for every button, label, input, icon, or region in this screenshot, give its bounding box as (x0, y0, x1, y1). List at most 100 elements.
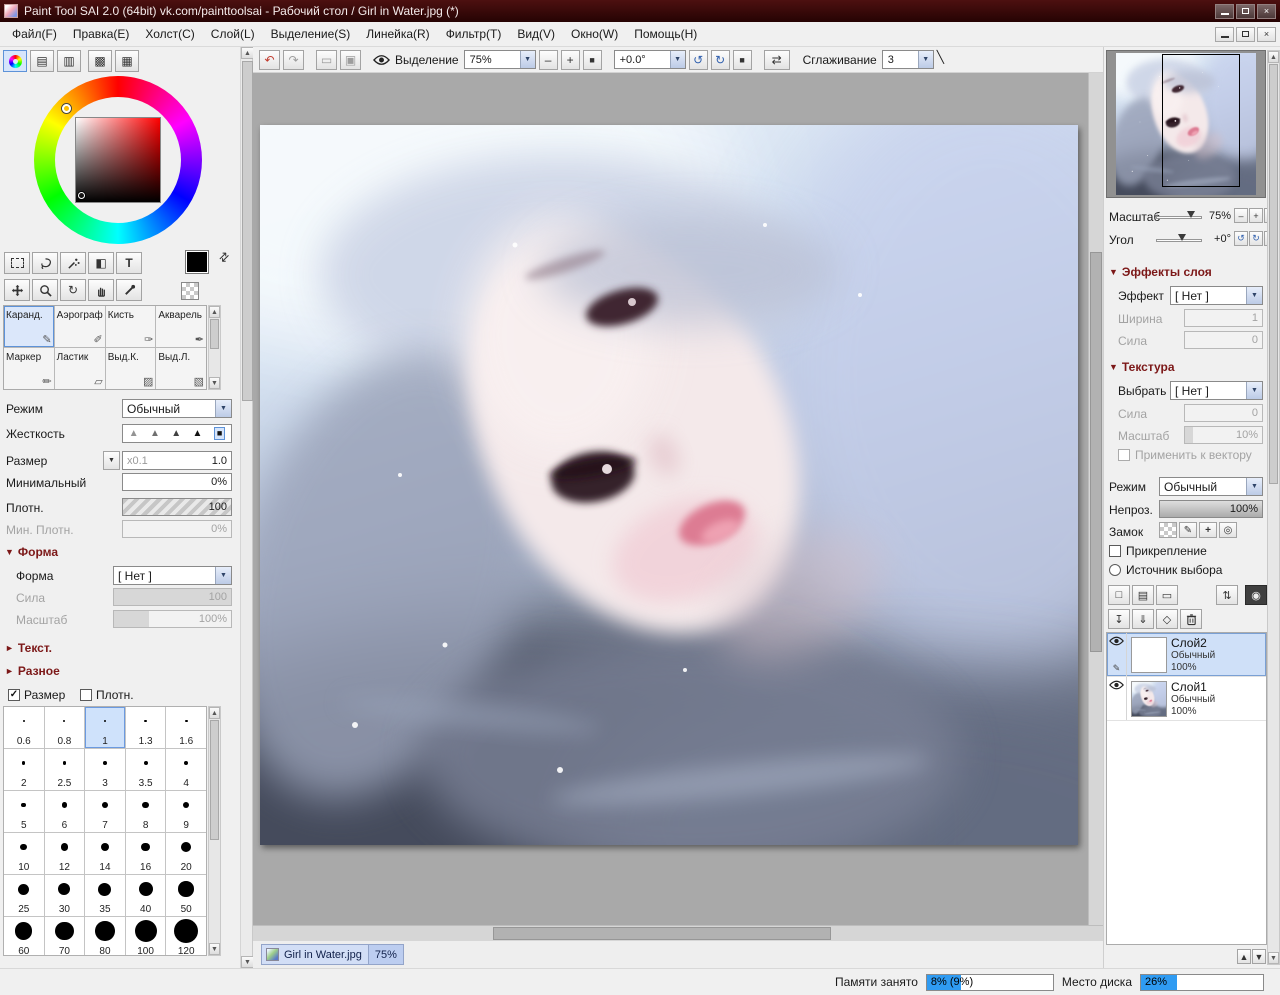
hardness-soft-icon[interactable]: ▲ (129, 429, 139, 439)
scroll-down-icon[interactable]: ▼ (1268, 952, 1279, 964)
smoothing-combobox[interactable]: 3▼ (882, 50, 934, 69)
link-size-checkbox[interactable]: ✓ (8, 689, 20, 701)
scroll-up-icon[interactable]: ▲ (209, 707, 220, 719)
text-tool[interactable]: T (116, 252, 142, 274)
zoom-combobox[interactable]: 75%▼ (464, 50, 536, 69)
size-preset[interactable]: 4 (166, 749, 206, 790)
menu-file[interactable]: Файл(F) (4, 24, 65, 44)
rect-select-tool[interactable] (4, 252, 30, 274)
zoom-reset-button[interactable]: ■ (583, 50, 602, 70)
menu-canvas[interactable]: Холст(C) (137, 24, 202, 44)
minimize-button[interactable] (1215, 4, 1234, 19)
flip-horizontal-button[interactable]: ⇄ (764, 50, 790, 70)
effect-select[interactable]: [ Нет ]▼ (1170, 286, 1263, 305)
angle-reset-button[interactable]: ■ (733, 50, 752, 70)
hardness-hardest-icon[interactable]: ■ (214, 427, 225, 440)
menu-view[interactable]: Вид(V) (509, 24, 563, 44)
palette-tab-button[interactable]: ▦ (115, 50, 139, 72)
layer-visibility-icon[interactable] (1109, 636, 1124, 646)
size-preset[interactable]: 0.6 (4, 707, 44, 748)
primary-color-swatch[interactable] (185, 250, 209, 274)
transfer-down-button[interactable]: ↧ (1108, 609, 1130, 629)
apply-to-vector-checkbox[interactable]: ✓ (1118, 449, 1130, 461)
zoom-tool[interactable] (32, 279, 58, 301)
hardness-hard-icon[interactable]: ▲ (193, 429, 203, 439)
navigator[interactable] (1106, 50, 1266, 198)
clear-layer-button[interactable]: ◇ (1156, 609, 1178, 629)
undo-button[interactable]: ↶ (259, 50, 280, 70)
brush-mode-select[interactable]: Обычный▼ (122, 399, 232, 418)
size-preset[interactable]: 8 (126, 791, 166, 832)
size-preset[interactable]: 60 (4, 917, 44, 956)
menu-ruler[interactable]: Линейка(R) (358, 24, 437, 44)
hue-marker[interactable] (62, 104, 71, 113)
canvas-vertical-scrollbar[interactable] (1088, 73, 1103, 925)
layer-mode-select[interactable]: Обычный▼ (1159, 477, 1263, 496)
size-preset[interactable]: 0.8 (45, 707, 85, 748)
texture-section-header[interactable]: ► Текст. (5, 641, 52, 655)
size-preset[interactable]: 100 (126, 917, 166, 956)
scroll-down-icon[interactable]: ▼ (209, 377, 220, 389)
size-preset-selected[interactable]: 1 (85, 707, 125, 748)
doc-restore-button[interactable] (1236, 27, 1255, 42)
gradient-tool[interactable]: ◧ (88, 252, 114, 274)
size-preset[interactable]: 50 (166, 875, 206, 916)
color-wheel-tab-button[interactable] (3, 50, 27, 72)
brush-marker[interactable]: Маркер✏ (4, 348, 54, 389)
nav-angle-slider[interactable] (1156, 230, 1202, 248)
menu-filter[interactable]: Фильтр(T) (438, 24, 510, 44)
selection-visibility-icon[interactable] (373, 54, 390, 66)
doc-minimize-button[interactable] (1215, 27, 1234, 42)
size-preset[interactable]: 40 (126, 875, 166, 916)
magic-wand-tool[interactable] (60, 252, 86, 274)
nav-rotate-cw-button[interactable]: ↻ (1249, 231, 1263, 246)
scroll-up-icon[interactable]: ▲ (209, 306, 220, 318)
size-preset[interactable]: 10 (4, 833, 44, 874)
texture-scale-slider[interactable]: 10% (1184, 426, 1263, 444)
size-preset[interactable]: 1.3 (126, 707, 166, 748)
effect-strength-slider[interactable]: 0 (1184, 331, 1263, 349)
layer-opacity-slider[interactable]: 100% (1159, 500, 1263, 518)
brush-select-eraser[interactable]: Выд.Л.▧ (156, 348, 206, 389)
menu-edit[interactable]: Правка(E) (65, 24, 138, 44)
layer-order-button[interactable]: ⇅ (1216, 585, 1238, 605)
menu-help[interactable]: Помощь(H) (626, 24, 705, 44)
layer-special-button[interactable]: ◉ (1245, 585, 1267, 605)
misc-section-header[interactable]: ► Разное (5, 664, 60, 678)
effect-width-slider[interactable]: 1 (1184, 309, 1263, 327)
layer-row-layer2[interactable]: ✎ Слой2 Обычный 100% (1107, 633, 1266, 677)
new-folder-button[interactable]: ▭ (1156, 585, 1178, 605)
canvas-viewport[interactable] (253, 73, 1103, 925)
scroll-up-icon[interactable]: ▲ (1268, 51, 1279, 63)
close-button[interactable]: × (1257, 4, 1276, 19)
scroll-down-icon[interactable]: ▼ (209, 943, 220, 955)
size-preset[interactable]: 3.5 (126, 749, 166, 790)
shape-strength-slider[interactable]: 100 (113, 588, 232, 606)
lasso-tool[interactable] (32, 252, 58, 274)
sv-marker[interactable] (78, 192, 85, 199)
brush-airbrush[interactable]: Аэрограф✐ (55, 306, 105, 347)
canvas-horizontal-scrollbar[interactable] (253, 925, 1103, 941)
size-preset[interactable]: 3 (85, 749, 125, 790)
link-density-checkbox[interactable]: ✓ (80, 689, 92, 701)
new-layer-button[interactable]: □ (1108, 585, 1130, 605)
right-panel-scrollbar[interactable]: ▲ ▼ (1267, 50, 1280, 965)
lock-transparency-button[interactable] (1159, 522, 1177, 538)
hardness-medium-soft-icon[interactable]: ▲ (150, 429, 160, 439)
size-preset[interactable]: 14 (85, 833, 125, 874)
size-unit-dropdown-button[interactable]: ▼ (103, 451, 120, 470)
menu-selection[interactable]: Выделение(S) (263, 24, 359, 44)
lock-pixels-button[interactable]: ✎ (1179, 522, 1197, 538)
delete-layer-button[interactable] (1180, 609, 1202, 629)
redo-button[interactable]: ↷ (283, 50, 304, 70)
size-preset[interactable]: 12 (45, 833, 85, 874)
zoom-out-button[interactable]: – (539, 50, 558, 70)
brush-grid-scrollbar[interactable]: ▲ ▼ (208, 305, 221, 390)
size-preset[interactable]: 25 (4, 875, 44, 916)
angle-combobox[interactable]: +0.0°▼ (614, 50, 686, 69)
size-preset[interactable]: 5 (4, 791, 44, 832)
density-slider[interactable]: 100 (122, 498, 232, 516)
brush-eraser[interactable]: Ластик▱ (55, 348, 105, 389)
brush-watercolor[interactable]: Акварель✒ (156, 306, 206, 347)
size-preset[interactable]: 16 (126, 833, 166, 874)
